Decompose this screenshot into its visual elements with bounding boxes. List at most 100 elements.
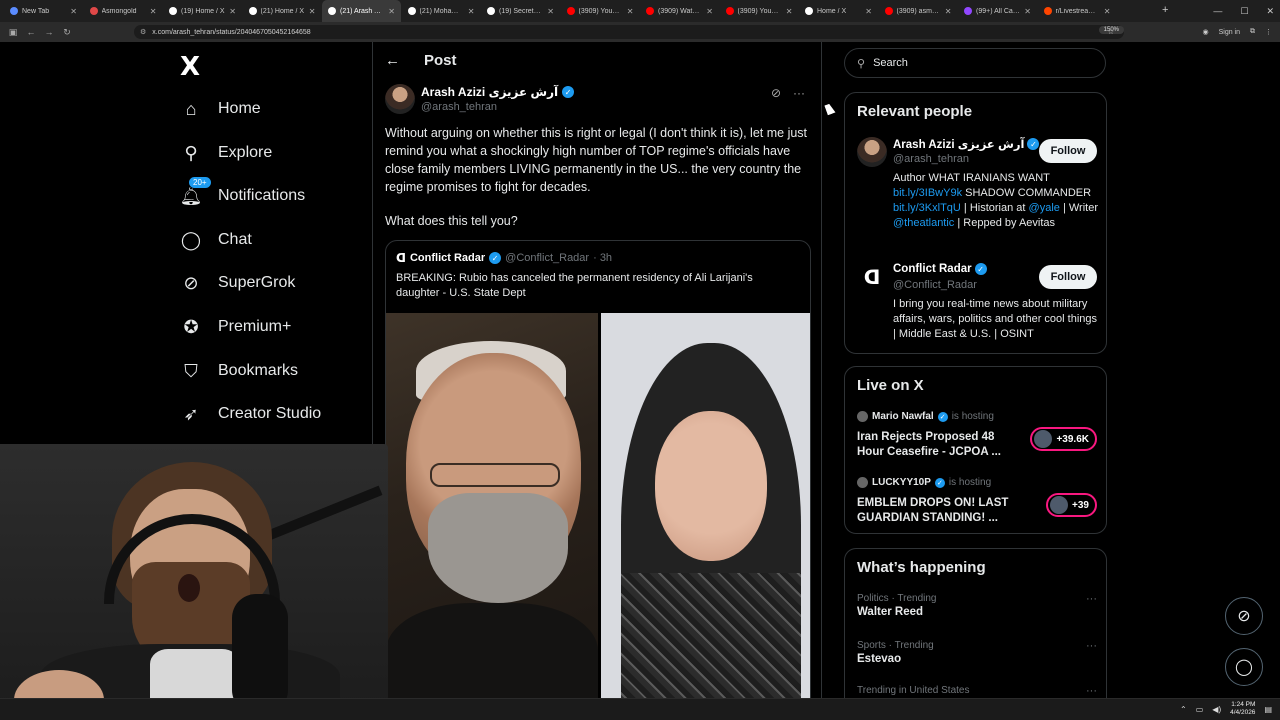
bio-link[interactable]: @theatlantic	[893, 217, 954, 229]
browser-tab[interactable]: (21) Mohammad Ah ✕	[402, 0, 481, 22]
trend-item[interactable]: Politics · Trending Walter Reed ···	[857, 593, 1097, 618]
tab-close-icon[interactable]: ✕	[1104, 7, 1111, 16]
trend-item[interactable]: Trending in United States ···	[857, 685, 1097, 698]
live-space-title[interactable]: Iran Rejects Proposed 48 Hour Ceasefire …	[857, 430, 1017, 460]
more-options-icon[interactable]: ···	[793, 86, 805, 100]
more-options-icon[interactable]: ···	[1086, 640, 1097, 652]
nav-item-premium-[interactable]: ✪ Premium+	[180, 312, 291, 342]
nav-item-creator-studio[interactable]: ➶ Creator Studio	[180, 399, 321, 429]
live-listener-count[interactable]: +39.6K	[1030, 427, 1097, 451]
search-input[interactable]: ⚲ Search	[844, 48, 1106, 78]
quoted-post-card[interactable]: ᗡ Conflict Radar ✓ @Conflict_Radar · 3h …	[385, 240, 811, 710]
reload-icon[interactable]: ↻	[58, 27, 76, 38]
site-info-icon[interactable]: ⚙	[140, 28, 146, 36]
author-name[interactable]: Arash Azizi آرش عزیزی	[421, 85, 558, 99]
browser-tab[interactable]: r/LivestreamFail ✕	[1038, 0, 1117, 22]
person-handle[interactable]: @Conflict_Radar	[893, 279, 977, 291]
new-tab-button[interactable]: +	[1162, 4, 1168, 16]
trend-item[interactable]: Sports · Trending Estevao ···	[857, 640, 1097, 665]
notification-icon[interactable]: ▤	[1264, 705, 1272, 714]
live-space-item[interactable]: Mario Nawfal ✓ is hosting Iran Rejects Prop…	[857, 411, 1097, 461]
tab-close-icon[interactable]: ✕	[706, 7, 713, 16]
nav-item-explore[interactable]: ⚲ Explore	[180, 138, 272, 168]
browser-tab[interactable]: (3909) YouTube ✕	[561, 0, 640, 22]
tab-close-icon[interactable]: ✕	[786, 7, 793, 16]
bio-link[interactable]: @yale	[1029, 202, 1060, 214]
extensions-icon[interactable]: ⧉	[1250, 28, 1255, 36]
profile-icon[interactable]: ◉	[1202, 28, 1208, 36]
person-avatar[interactable]: ᗡ	[857, 263, 887, 293]
author-avatar[interactable]	[385, 84, 415, 114]
maximize-icon[interactable]: ☐	[1240, 6, 1248, 17]
close-window-icon[interactable]: ✕	[1266, 6, 1274, 17]
tab-close-icon[interactable]: ✕	[388, 7, 395, 16]
photo-man[interactable]	[386, 313, 598, 709]
browser-tab[interactable]: (21) Arash Azizi آرش ✕	[322, 0, 401, 22]
tray-chevron-icon[interactable]: ⌃	[1180, 705, 1187, 714]
messages-floating-button[interactable]: ◯	[1225, 648, 1263, 686]
tab-close-icon[interactable]: ✕	[865, 7, 872, 16]
browser-tab[interactable]: (3909) asmongold ✕	[879, 0, 958, 22]
quote-author-name[interactable]: Conflict Radar	[410, 252, 485, 264]
grok-floating-button[interactable]: ⊘	[1225, 597, 1263, 635]
follow-button[interactable]: Follow	[1039, 265, 1097, 289]
sign-in-label[interactable]: Sign in	[1219, 29, 1240, 36]
browser-tab[interactable]: Asmongold ✕	[84, 0, 163, 22]
grok-icon[interactable]: ⊘	[771, 86, 781, 100]
person-avatar[interactable]	[857, 137, 887, 167]
volume-icon[interactable]: ◀)	[1212, 705, 1221, 714]
minimize-icon[interactable]: —	[1213, 6, 1222, 16]
tab-close-icon[interactable]: ✕	[229, 7, 236, 16]
relevant-person[interactable]: ᗡ Conflict Radar ✓ @Conflict_Radar I bring y…	[857, 263, 1097, 373]
tab-close-icon[interactable]: ✕	[945, 7, 952, 16]
bio-link[interactable]: bit.ly/3IBwY9k	[893, 187, 962, 199]
live-host-name[interactable]: Mario Nawfal	[872, 411, 934, 422]
browser-tab[interactable]: New Tab ✕	[4, 0, 83, 22]
browser-tab[interactable]: (99+) All Categori ✕	[958, 0, 1037, 22]
clock[interactable]: 1:24 PM 4/4/2026	[1230, 701, 1255, 717]
tab-close-icon[interactable]: ✕	[627, 7, 634, 16]
menu-icon[interactable]: ⋮	[1265, 28, 1272, 36]
photo-woman[interactable]	[601, 313, 810, 709]
relevant-person[interactable]: Arash Azizi آرش عزیزی ✓ @arash_tehran Autho…	[857, 137, 1098, 247]
back-arrow-icon[interactable]: ←	[385, 52, 400, 69]
live-space-item[interactable]: LUCKYY10P ✓ is hosting EMBLEM DROPS ON! LAS…	[857, 477, 1097, 527]
forward-icon[interactable]: →	[40, 27, 58, 37]
browser-tab[interactable]: Home / X ✕	[799, 0, 878, 22]
browser-tab[interactable]: (3909) YouTube ✕	[720, 0, 799, 22]
network-icon[interactable]: ▭	[1196, 705, 1204, 714]
nav-item-supergrok[interactable]: ⊘ SuperGrok	[180, 268, 295, 298]
live-host-name[interactable]: LUCKYY10P	[872, 477, 931, 488]
tab-close-icon[interactable]: ✕	[468, 7, 475, 16]
nav-item-home[interactable]: ⌂ Home	[180, 94, 261, 124]
tab-close-icon[interactable]: ✕	[70, 7, 77, 16]
tab-close-icon[interactable]: ✕	[150, 7, 157, 16]
quote-author-handle[interactable]: @Conflict_Radar	[505, 252, 589, 264]
browser-tab[interactable]: (19) Secretary Mar✕	[481, 0, 560, 22]
browser-tab[interactable]: (21) Home / X ✕	[243, 0, 322, 22]
x-logo[interactable]: X	[180, 52, 200, 82]
nav-item-bookmarks[interactable]: ⛉ Bookmarks	[180, 356, 298, 386]
person-handle[interactable]: @arash_tehran	[893, 153, 969, 165]
back-icon[interactable]: ←	[22, 27, 40, 37]
author-handle[interactable]: @arash_tehran	[421, 101, 497, 113]
browser-tab[interactable]: (19) Home / X ✕	[163, 0, 242, 22]
tab-close-icon[interactable]: ✕	[309, 7, 316, 16]
bio-link[interactable]: bit.ly/3KxlTqU	[893, 202, 961, 214]
person-name-row[interactable]: Arash Azizi آرش عزیزی ✓	[893, 137, 1040, 151]
more-options-icon[interactable]: ···	[1086, 593, 1097, 605]
nav-item-notifications[interactable]: 🔔︎ 20+ Notifications	[180, 176, 305, 211]
person-name-row[interactable]: Conflict Radar ✓	[893, 263, 987, 275]
browser-tab[interactable]: (3909) Watch later ✕	[640, 0, 719, 22]
author-name-row[interactable]: Arash Azizi آرش عزیزی ✓	[421, 85, 575, 99]
sidebar-toggle-icon[interactable]: ▣	[4, 27, 22, 38]
follow-button[interactable]: Follow	[1039, 139, 1097, 163]
tab-close-icon[interactable]: ✕	[1024, 7, 1031, 16]
nav-item-chat[interactable]: ◯ Chat	[180, 225, 252, 255]
address-bar[interactable]: ⚙ x.com/arash_tehran/status/204046705045…	[134, 25, 1124, 39]
star-icon[interactable]: ☆	[1108, 28, 1114, 36]
live-space-title[interactable]: EMBLEM DROPS ON! LAST GUARDIAN STANDING!…	[857, 496, 1017, 526]
tab-close-icon[interactable]: ✕	[547, 7, 554, 16]
live-listener-count[interactable]: +39	[1046, 493, 1097, 517]
more-options-icon[interactable]: ···	[1086, 685, 1097, 697]
